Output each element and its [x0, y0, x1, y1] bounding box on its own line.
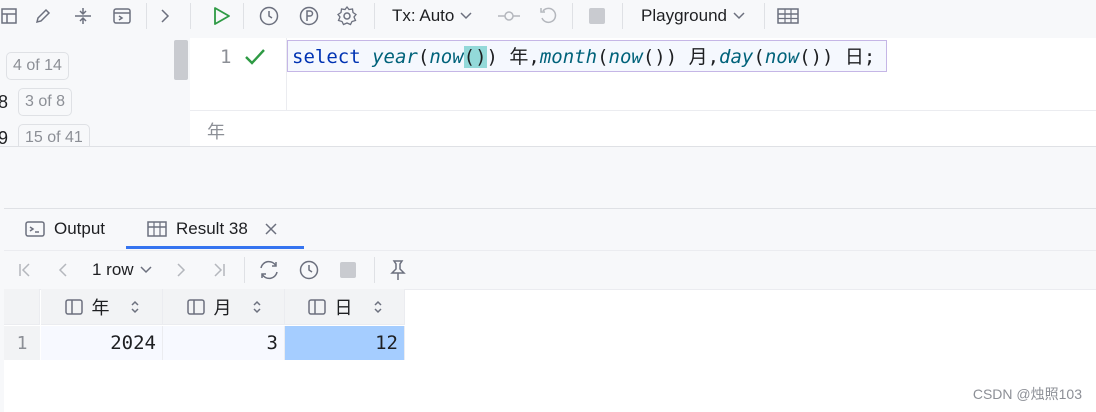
row-number[interactable]: 1 [4, 326, 40, 360]
sort-icon[interactable] [130, 300, 140, 314]
playground-dropdown[interactable]: Playground [641, 5, 745, 27]
transaction-mode-label: Tx: Auto [392, 6, 455, 25]
playground-label: Playground [641, 6, 728, 25]
function-day: day [719, 46, 754, 68]
column-icon [307, 298, 326, 315]
close-icon[interactable] [264, 222, 278, 236]
column-header-month[interactable]: 月 [163, 289, 285, 325]
settings-icon[interactable] [334, 3, 360, 29]
left-panel: 4 of 14 8 3 of 8 9 15 of 41 [0, 38, 190, 146]
first-page-icon[interactable] [12, 257, 38, 283]
chevron-down-icon [460, 12, 472, 20]
keyword-select: select [292, 46, 361, 68]
table-icon [147, 221, 167, 237]
stop-icon[interactable] [335, 257, 361, 283]
watermark: CSDN @烛照103 [972, 386, 1082, 402]
last-page-icon[interactable] [206, 257, 232, 283]
result-toolbar: 1 row [4, 250, 1096, 289]
collapse-icon[interactable] [70, 3, 96, 29]
explain-plan-icon[interactable] [296, 3, 322, 29]
hint-text: 年 [207, 122, 225, 142]
left-digit: 9 [0, 128, 9, 146]
cell-day[interactable]: 12 [285, 326, 405, 360]
match-counter: 4 of 14 [6, 52, 69, 80]
column-header-day[interactable]: 日 [285, 289, 405, 325]
previous-page-icon[interactable] [50, 257, 76, 283]
rollback-icon[interactable] [535, 3, 561, 29]
column-icon [64, 298, 83, 315]
matched-parens: () [463, 46, 487, 68]
sql-code-line[interactable]: select year(now()) 年,month(now()) 月,day(… [292, 44, 875, 70]
main-toolbar: Tx: Auto Playground [0, 0, 1096, 32]
run-icon[interactable] [208, 3, 234, 29]
cell-month[interactable]: 3 [163, 326, 285, 360]
rows-count-dropdown[interactable]: 1 row [92, 259, 152, 281]
sort-icon[interactable] [373, 300, 383, 314]
pin-icon[interactable] [385, 257, 411, 283]
function-year: year [372, 46, 418, 68]
history-icon[interactable] [256, 3, 282, 29]
chevron-down-icon [140, 266, 152, 274]
cell-year[interactable]: 2024 [41, 326, 163, 360]
console-icon [25, 221, 45, 237]
tab-result[interactable]: Result 38 [132, 209, 292, 249]
transaction-mode-dropdown[interactable]: Tx: Auto [392, 5, 472, 27]
column-header-label: 年 [91, 297, 110, 318]
column-header-label: 日 [334, 297, 353, 318]
function-month: month [539, 46, 598, 68]
check-icon [244, 47, 266, 67]
commit-icon[interactable] [496, 3, 522, 29]
history-icon[interactable] [296, 257, 322, 283]
panel-divider[interactable] [0, 146, 1096, 208]
refresh-icon[interactable] [256, 257, 282, 283]
column-header-label: 月 [213, 297, 232, 318]
rows-count-label: 1 row [92, 260, 134, 279]
line-number: 1 [220, 46, 232, 68]
column-icon [186, 298, 205, 315]
console-icon[interactable] [109, 3, 135, 29]
tab-result-label: Result 38 [176, 219, 248, 238]
tab-output[interactable]: Output [10, 209, 119, 249]
match-counter: 3 of 8 [18, 88, 73, 116]
grid-corner [4, 289, 40, 325]
tab-output-label: Output [54, 219, 106, 238]
function-now: now [608, 46, 643, 68]
function-now: now [429, 46, 464, 68]
stop-icon[interactable] [584, 3, 610, 29]
editor-gutter: 1 [190, 38, 287, 110]
editor-hint-bar: 年 [190, 110, 1096, 146]
result-tabbar: Output Result 38 [4, 208, 1096, 250]
next-page-icon[interactable] [168, 257, 194, 283]
match-counter: 15 of 41 [18, 124, 90, 146]
edit-icon[interactable] [30, 3, 56, 29]
table-view-icon[interactable] [775, 3, 801, 29]
left-digit: 8 [0, 92, 9, 112]
sort-icon[interactable] [252, 300, 262, 314]
chevron-down-icon [733, 12, 745, 20]
chevron-right-icon[interactable] [152, 3, 178, 29]
active-tab-indicator [126, 246, 304, 249]
column-header-year[interactable]: 年 [41, 289, 163, 325]
scrollbar-thumb[interactable] [174, 40, 188, 80]
table-icon[interactable] [0, 3, 22, 29]
function-now: now [764, 46, 800, 68]
